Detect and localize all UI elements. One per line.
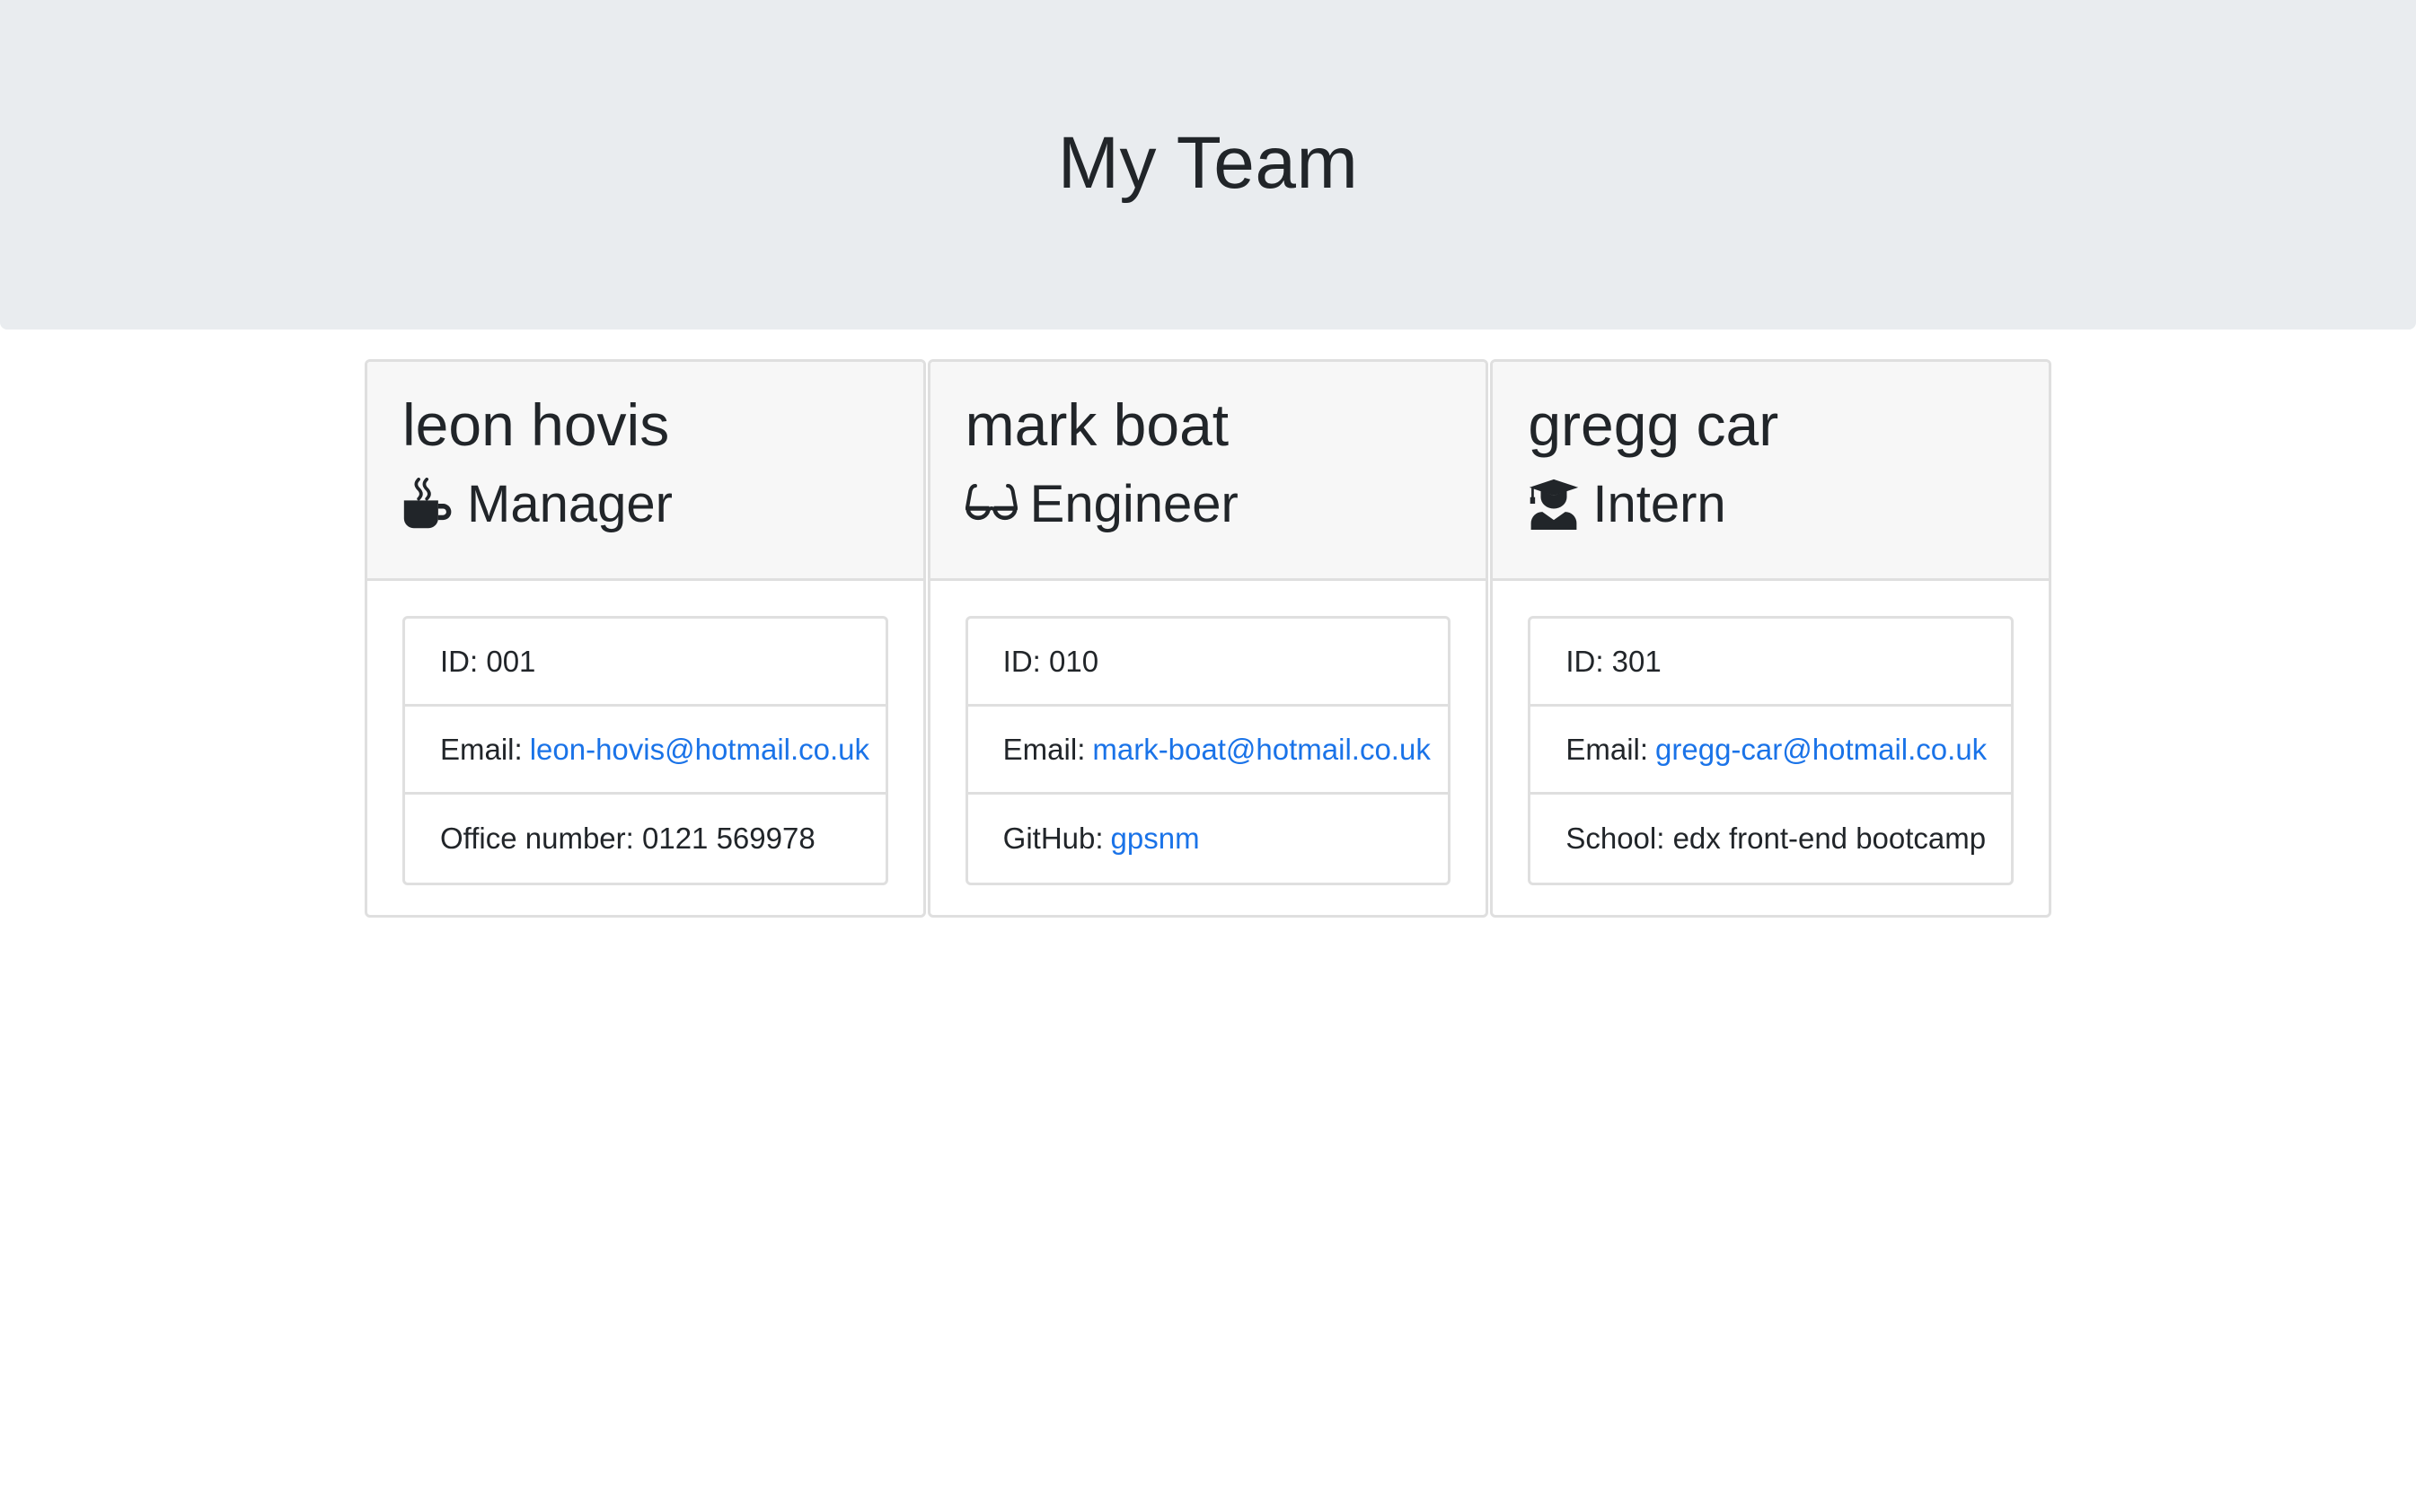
employee-id: ID: 301	[1530, 619, 2012, 707]
github: GitHub: gpsnm	[968, 795, 1449, 883]
school-text: School: edx front-end bootcamp	[1565, 822, 1987, 855]
email-link[interactable]: gregg-car@hotmail.co.uk	[1655, 733, 1987, 767]
card-header: leon hovis Manager	[367, 362, 923, 581]
card-header: gregg car Intern	[1493, 362, 2050, 581]
employee-card-intern: gregg car Intern ID: 301 Email: gregg-ca…	[1490, 359, 2052, 918]
details-list: ID: 001 Email: leon-hovis@hotmail.co.uk …	[402, 616, 888, 885]
card-body: ID: 301 Email: gregg-car@hotmail.co.uk S…	[1493, 581, 2049, 915]
github-link[interactable]: gpsnm	[1111, 822, 1200, 856]
employee-email: Email: leon-hovis@hotmail.co.uk	[405, 707, 886, 795]
school: School: edx front-end bootcamp	[1530, 795, 2011, 883]
details-list: ID: 301 Email: gregg-car@hotmail.co.uk S…	[1528, 616, 2015, 885]
office-number-text: Office number: 0121 569978	[440, 822, 816, 855]
employee-id: ID: 010	[967, 619, 1449, 707]
employee-card-manager: leon hovis Manager ID: 001 Email: leon-h…	[365, 359, 926, 918]
office-number: Office number: 0121 569978	[405, 795, 886, 883]
email-link[interactable]: leon-hovis@hotmail.co.uk	[530, 733, 869, 767]
role-label: Intern	[1592, 474, 1726, 533]
employee-id: ID: 001	[405, 619, 886, 707]
employee-name: mark boat	[965, 391, 1230, 458]
email-link[interactable]: mark-boat@hotmail.co.uk	[1092, 733, 1430, 767]
github-label: GitHub:	[1002, 822, 1104, 855]
employee-name: gregg car	[1528, 391, 1779, 458]
email-label: Email:	[1002, 732, 1086, 766]
employee-role: Intern	[1528, 471, 2014, 536]
id-text: ID: 010	[1002, 644, 1099, 678]
glasses-icon	[965, 478, 1018, 530]
card-body: ID: 001 Email: leon-hovis@hotmail.co.uk …	[367, 581, 923, 915]
email-label: Email:	[1565, 732, 1649, 766]
employee-role: Engineer	[965, 471, 1451, 536]
page-header: My Team	[0, 0, 2416, 330]
card-header: mark boat Engineer	[930, 362, 1486, 581]
details-list: ID: 010 Email: mark-boat@hotmail.co.uk G…	[965, 616, 1451, 885]
role-label: Engineer	[1029, 474, 1239, 533]
team-cards: leon hovis Manager ID: 001 Email: leon-h…	[365, 359, 2052, 918]
employee-card-engineer: mark boat Engineer ID: 010 Email: mark-b…	[927, 359, 1489, 918]
page-title: My Team	[1057, 121, 1359, 204]
email-label: Email:	[440, 732, 523, 766]
employee-email: Email: gregg-car@hotmail.co.uk	[1530, 707, 2012, 795]
id-text: ID: 301	[1565, 644, 1662, 678]
mug-icon	[402, 478, 454, 530]
graduate-icon	[1528, 478, 1580, 530]
card-body: ID: 010 Email: mark-boat@hotmail.co.uk G…	[930, 581, 1486, 915]
role-label: Manager	[467, 474, 673, 533]
employee-email: Email: mark-boat@hotmail.co.uk	[967, 707, 1449, 795]
id-text: ID: 001	[440, 644, 536, 678]
employee-name: leon hovis	[402, 391, 670, 458]
employee-role: Manager	[402, 471, 888, 536]
